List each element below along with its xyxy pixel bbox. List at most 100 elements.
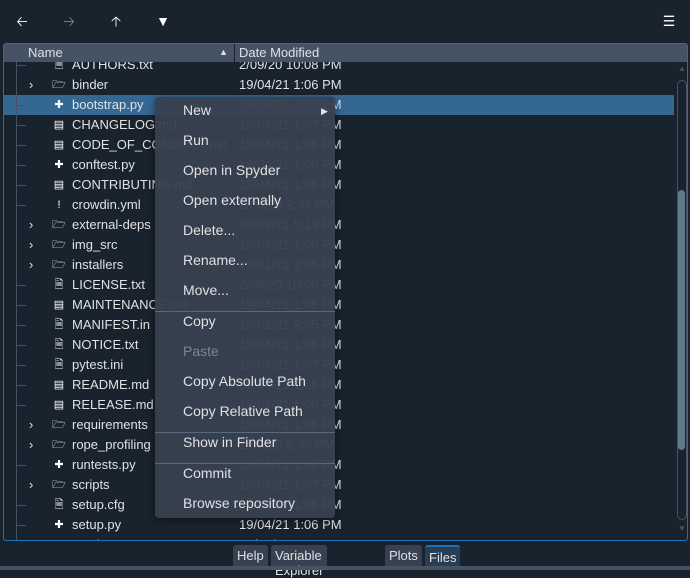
file-explorer: Name ▲ Date Modified 🗎 AUTHORS.txt 2/09/20… [3, 43, 688, 541]
file-row[interactable]: 🗎setup.cfg19/04/21 1:06 PM [4, 495, 674, 515]
file-date: 19/04/21 1:07 PM [239, 537, 342, 540]
column-name[interactable]: Name [28, 45, 63, 60]
file-row[interactable]: ✚bootstrap.py19/04/21 1:06 PM [4, 95, 674, 115]
scroll-thumb[interactable] [678, 190, 685, 450]
menu-item-commit[interactable]: Commit [183, 465, 231, 481]
expand-chevron-icon[interactable]: › [29, 437, 33, 452]
file-row[interactable]: ›🗁rope_profiling2/09/20 6:36 PM [4, 435, 674, 455]
file-row[interactable]: !crowdin.yml2/09/20 2:34 PM [4, 195, 674, 215]
menu-item-copy-relative-path[interactable]: Copy Relative Path [183, 403, 303, 419]
file-row[interactable]: ▤RELEASE.md19/04/21 1:06 PM [4, 395, 674, 415]
file-row[interactable]: 🗎NOTICE.txt19/04/21 1:06 PM [4, 335, 674, 355]
text-file-icon: 🗎 [54, 499, 64, 511]
scroll-up-icon[interactable]: ▲ [678, 64, 686, 73]
tree-branch [16, 105, 26, 106]
tab-plots[interactable]: Plots [385, 545, 422, 566]
file-row[interactable]: ▤CODE_OF_CONDUCT.md19/04/21 1:06 PM [4, 135, 674, 155]
tree-line [16, 255, 17, 275]
file-name: rope_profiling [72, 437, 151, 452]
tree-branch [16, 285, 26, 286]
file-row[interactable]: › 🗁 spyder 19/04/21 1:07 PM [4, 535, 674, 540]
menu-item-delete[interactable]: Delete... [183, 222, 235, 238]
tree-line [16, 435, 17, 455]
folder-icon: 🗁 [52, 79, 66, 91]
file-row[interactable]: ›🗁scripts19/04/21 1:07 PM [4, 475, 674, 495]
forward-arrow-icon[interactable]: 🡢 [60, 12, 78, 30]
tree-line [16, 215, 17, 235]
menu-item-open-in-spyder[interactable]: Open in Spyder [183, 162, 280, 178]
column-date-modified[interactable]: Date Modified [239, 45, 319, 60]
file-row[interactable]: ▤MAINTENANCE.md19/04/21 1:06 PM [4, 295, 674, 315]
folder-icon: 🗁 [52, 439, 66, 451]
file-name: spyder [72, 537, 111, 540]
file-row[interactable]: 🗎MANIFEST.in19/01/21 2:05 PM [4, 315, 674, 335]
sort-ascending-icon: ▲ [219, 47, 228, 57]
file-row[interactable]: ›🗁img_src19/04/21 1:06 PM [4, 235, 674, 255]
folder-icon: 🗁 [52, 538, 66, 540]
menu-item-copy[interactable]: Copy [183, 313, 216, 329]
expand-chevron-icon[interactable]: › [29, 217, 33, 232]
vertical-scrollbar[interactable]: ▲ ▼ [676, 64, 687, 540]
tree-line [16, 535, 17, 540]
menu-item-rename[interactable]: Rename... [183, 252, 248, 268]
file-row[interactable]: 🗎 AUTHORS.txt 2/09/20 10:08 PM [4, 62, 674, 75]
filter-icon[interactable]: ▼ [154, 12, 172, 30]
expand-chevron-icon[interactable]: › [29, 77, 33, 92]
expand-chevron-icon[interactable]: › [29, 417, 33, 432]
file-name: conftest.py [72, 157, 135, 172]
menu-item-show-in-finder[interactable]: Show in Finder [183, 434, 276, 450]
text-file-icon: 🗎 [54, 359, 64, 371]
file-name: img_src [72, 237, 118, 252]
python-icon: ✚ [54, 99, 64, 111]
file-row[interactable]: ▤CONTRIBUTING.md19/04/21 1:06 PM [4, 175, 674, 195]
folder-icon: 🗁 [52, 479, 66, 491]
file-row[interactable]: ›🗁external-deps24/03/21 5:13 PM [4, 215, 674, 235]
file-row[interactable]: ›🗁requirements19/04/21 1:06 PM [4, 415, 674, 435]
tab-variable-explorer[interactable]: Variable Explorer [271, 545, 328, 578]
column-divider[interactable] [234, 44, 235, 62]
menu-item-move[interactable]: Move... [183, 282, 229, 298]
menu-item-new[interactable]: New [183, 102, 211, 118]
tree-branch [16, 525, 26, 526]
text-file-icon: 🗎 [54, 319, 64, 331]
file-tree: 🗎 AUTHORS.txt 2/09/20 10:08 PM › 🗁 binder 19/0… [4, 62, 674, 540]
file-row[interactable]: ▤README.md19/04/21 1:06 PM [4, 375, 674, 395]
file-date: 19/04/21 1:06 PM [239, 517, 342, 532]
tab-files[interactable]: Files [425, 545, 461, 566]
menu-item-label: Paste [183, 343, 219, 359]
file-name: setup.py [72, 517, 122, 532]
tree-branch [16, 305, 26, 306]
menu-item-run[interactable]: Run [183, 132, 209, 148]
python-icon: ✚ [54, 159, 64, 171]
menu-item-browse-repository[interactable]: Browse repository [183, 495, 295, 511]
status-bar [0, 566, 690, 570]
file-name: pytest.ini [72, 357, 124, 372]
tab-help[interactable]: Help [233, 545, 268, 566]
expand-chevron-icon[interactable]: › [29, 257, 33, 272]
hamburger-menu-icon[interactable]: ☰ [660, 12, 678, 30]
file-name: setup.cfg [72, 497, 125, 512]
file-row[interactable]: 🗎LICENSE.txt2/09/20 10:08 PM [4, 275, 674, 295]
markdown-icon: ▤ [53, 299, 65, 311]
menu-item-copy-absolute-path[interactable]: Copy Absolute Path [183, 373, 306, 389]
tree-branch [16, 405, 26, 406]
menu-item-label: Copy Relative Path [183, 403, 303, 419]
file-row[interactable]: ✚ setup.py 19/04/21 1:06 PM [4, 515, 674, 535]
up-arrow-icon[interactable]: 🡡 [107, 12, 125, 30]
expand-chevron-icon[interactable]: › [29, 477, 33, 492]
back-arrow-icon[interactable]: 🡠 [13, 12, 31, 30]
file-row[interactable]: ▤CHANGELOG.md19/04/21 1:07 PM [4, 115, 674, 135]
markdown-icon: ▤ [53, 379, 65, 391]
file-row[interactable]: ✚runtests.py19/04/21 1:06 PM [4, 455, 674, 475]
tree-branch [16, 385, 26, 386]
expand-chevron-icon[interactable]: › [29, 537, 33, 540]
menu-item-label: Show in Finder [183, 434, 277, 450]
scroll-down-icon[interactable]: ▼ [678, 524, 686, 533]
file-row[interactable]: ✚conftest.py19/04/21 1:06 PM [4, 155, 674, 175]
file-row[interactable]: › 🗁 binder 19/04/21 1:06 PM [4, 75, 674, 95]
expand-chevron-icon[interactable]: › [29, 237, 33, 252]
folder-icon: 🗁 [52, 219, 66, 231]
menu-item-open-externally[interactable]: Open externally [183, 192, 281, 208]
file-row[interactable]: ›🗁installers19/01/21 2:05 PM [4, 255, 674, 275]
file-row[interactable]: 🗎pytest.ini19/04/21 1:07 PM [4, 355, 674, 375]
